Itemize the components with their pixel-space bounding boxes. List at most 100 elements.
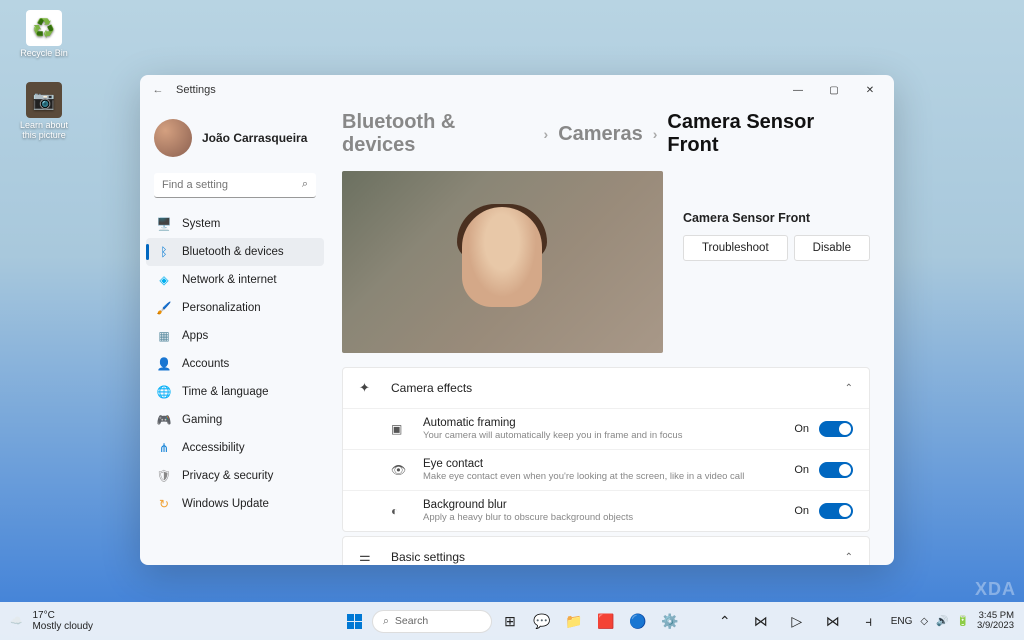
tray-icon[interactable]: ⋈	[819, 607, 847, 635]
nav-icon: 🎮	[156, 412, 172, 428]
sparkle-icon: ✦	[359, 380, 377, 396]
nav-label: Privacy & security	[182, 470, 273, 482]
minimize-button[interactable]: —	[780, 76, 816, 104]
explorer-button[interactable]: 📁	[560, 607, 588, 635]
effect-row: 👁 Eye contact Make eye contact even when…	[343, 449, 869, 490]
taskbar: ☁️ 17°C Mostly cloudy ⌕ Search ⊞ 💬 📁 🟥 🔵…	[0, 602, 1024, 640]
disable-button[interactable]: Disable	[794, 235, 870, 261]
breadcrumb: Bluetooth & devices › Cameras › Camera S…	[342, 105, 870, 171]
sliders-icon: ⚌	[359, 549, 377, 565]
nav-label: Windows Update	[182, 498, 269, 510]
wifi-icon[interactable]: ◇	[920, 616, 928, 627]
basic-settings-header[interactable]: ⚌ Basic settings ⌃	[343, 537, 869, 565]
avatar	[154, 119, 192, 157]
nav-icon: 👤	[156, 356, 172, 372]
effect-icon: ▣	[391, 422, 409, 436]
nav-label: Gaming	[182, 414, 222, 426]
nav-label: Apps	[182, 330, 208, 342]
effect-row: ▣ Automatic framing Your camera will aut…	[343, 408, 869, 449]
search-icon: ⌕	[302, 178, 308, 191]
camera-effects-header[interactable]: ✦ Camera effects ⌃	[343, 368, 869, 408]
card-title: Camera effects	[391, 381, 845, 395]
nav-icon: ↻	[156, 496, 172, 512]
sidebar-item-system[interactable]: 🖥️ System	[146, 210, 324, 238]
back-button[interactable]: ←	[146, 84, 170, 96]
search-box: ⌕	[154, 173, 316, 198]
language-indicator[interactable]: ENG	[891, 616, 913, 627]
nav-icon: 🖥️	[156, 216, 172, 232]
sidebar-item-network-internet[interactable]: ◈Network & internet	[146, 266, 324, 294]
taskbar-weather[interactable]: ☁️ 17°C Mostly cloudy	[10, 610, 93, 632]
sidebar-item-accessibility[interactable]: ⋔Accessibility	[146, 434, 324, 462]
maximize-button[interactable]: ▢	[816, 76, 852, 104]
nav-icon: ▦	[156, 328, 172, 344]
nav-label: System	[182, 218, 220, 230]
sidebar-item-personalization[interactable]: 🖌️Personalization	[146, 294, 324, 322]
effect-title: Automatic framing	[423, 417, 794, 429]
recycle-bin-icon: ♻️	[26, 10, 62, 46]
sidebar-item-apps[interactable]: ▦ Apps	[146, 322, 324, 350]
sidebar-item-bluetooth-devices[interactable]: ᛒ Bluetooth & devices	[146, 238, 324, 266]
sidebar-item-accounts[interactable]: 👤 Accounts	[146, 350, 324, 378]
tray-icon[interactable]: ⌃	[711, 607, 739, 635]
nav-icon: ᛒ	[156, 244, 172, 260]
effect-row: ◐ Background blur Apply a heavy blur to …	[343, 490, 869, 531]
tray-icon[interactable]: ⋈	[747, 607, 775, 635]
weather-temp: 17°C	[32, 610, 93, 621]
card-title: Basic settings	[391, 550, 845, 564]
close-button[interactable]: ✕	[852, 76, 888, 104]
desktop-icon-label: Recycle Bin	[14, 48, 74, 58]
nav-label: Personalization	[182, 302, 261, 314]
sidebar-item-windows-update[interactable]: ↻ Windows Update	[146, 490, 324, 518]
effect-state: On	[794, 423, 809, 435]
nav-icon: 🛡	[156, 468, 172, 484]
breadcrumb-bluetooth[interactable]: Bluetooth & devices	[342, 111, 534, 157]
task-view-button[interactable]: ⊞	[496, 607, 524, 635]
toggle-switch[interactable]	[819, 503, 853, 519]
nav-label: Bluetooth & devices	[182, 246, 284, 258]
basic-settings-card: ⚌ Basic settings ⌃	[342, 536, 870, 565]
taskbar-search[interactable]: ⌕ Search	[372, 610, 492, 633]
effect-state: On	[794, 505, 809, 517]
nav-label: Network & internet	[182, 274, 277, 286]
watermark: XDA	[975, 579, 1016, 600]
settings-window: ← Settings — ▢ ✕ João Carrasqueira ⌕ 🖥️ S…	[140, 75, 894, 565]
effect-icon: 👁	[391, 463, 409, 477]
nav-label: Time & language	[182, 386, 269, 398]
tray-icon[interactable]: ▷	[783, 607, 811, 635]
breadcrumb-cameras[interactable]: Cameras	[558, 123, 643, 146]
date: 3/9/2023	[977, 621, 1014, 631]
taskbar-clock[interactable]: 3:45 PM 3/9/2023	[977, 611, 1014, 632]
titlebar: ← Settings — ▢ ✕	[140, 75, 894, 105]
start-button[interactable]	[340, 607, 368, 635]
camera-name-label: Camera Sensor Front	[683, 211, 870, 225]
camera-icon: 📷	[26, 82, 62, 118]
pinned-app[interactable]: 🟥	[592, 607, 620, 635]
chevron-right-icon: ›	[544, 126, 549, 142]
search-input[interactable]	[154, 173, 316, 198]
settings-button[interactable]: ⚙️	[656, 607, 684, 635]
sidebar: João Carrasqueira ⌕ 🖥️ System ᛒ Bluetooth &…	[140, 105, 330, 565]
toggle-switch[interactable]	[819, 462, 853, 478]
sidebar-item-privacy-security[interactable]: 🛡 Privacy & security	[146, 462, 324, 490]
effect-icon: ◐	[391, 504, 409, 518]
tray-icon[interactable]: ⫞	[855, 607, 883, 635]
desktop-icon-learn[interactable]: 📷 Learn about this picture	[14, 82, 74, 140]
toggle-switch[interactable]	[819, 421, 853, 437]
nav-label: Accounts	[182, 358, 229, 370]
weather-icon: ☁️	[10, 616, 22, 627]
battery-icon[interactable]: 🔋	[957, 616, 969, 627]
effect-desc: Make eye contact even when you're lookin…	[423, 471, 794, 482]
effect-title: Background blur	[423, 499, 794, 511]
chat-button[interactable]: 💬	[528, 607, 556, 635]
chevron-up-icon: ⌃	[845, 552, 853, 563]
desktop-icon-recycle-bin[interactable]: ♻️ Recycle Bin	[14, 10, 74, 58]
effect-state: On	[794, 464, 809, 476]
desktop-icon-label: Learn about this picture	[14, 120, 74, 140]
volume-icon[interactable]: 🔊	[936, 616, 948, 627]
pinned-app[interactable]: 🔵	[624, 607, 652, 635]
user-profile[interactable]: João Carrasqueira	[146, 113, 324, 171]
troubleshoot-button[interactable]: Troubleshoot	[683, 235, 788, 261]
sidebar-item-gaming[interactable]: 🎮 Gaming	[146, 406, 324, 434]
sidebar-item-time-language[interactable]: 🌐Time & language	[146, 378, 324, 406]
